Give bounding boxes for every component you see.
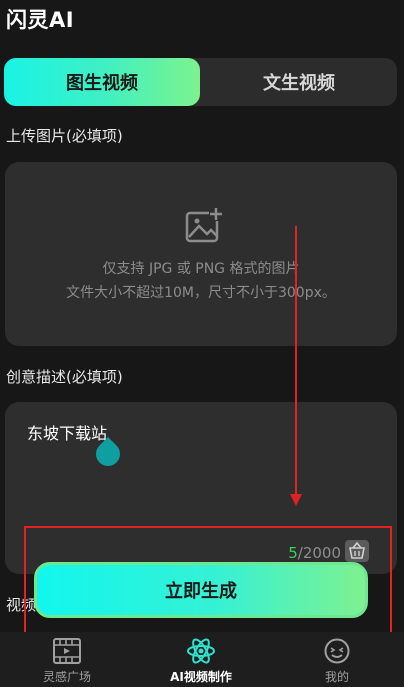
description-text[interactable]: 东坡下载站 — [27, 420, 107, 444]
tab-image-to-video[interactable]: 图生视频 — [4, 58, 200, 106]
tab-text-to-video[interactable]: 文生视频 — [201, 58, 397, 106]
description-label: 创意描述(必填项) — [6, 368, 123, 386]
atom-icon — [186, 638, 216, 664]
description-input[interactable]: 东坡下载站 5/2000 — [5, 402, 397, 574]
nav-label-inspiration: 灵感广场 — [42, 670, 91, 684]
nav-item-inspiration[interactable]: 灵感广场 — [0, 632, 134, 687]
generate-button[interactable]: 立即生成 — [34, 562, 368, 618]
film-icon — [53, 638, 81, 664]
nav-label-mine: 我的 — [324, 670, 349, 684]
mode-tabs: 图生视频 文生视频 — [4, 58, 397, 106]
add-image-icon — [185, 207, 223, 249]
upload-label: 上传图片(必填项) — [6, 127, 123, 145]
app-title: 闪灵AI — [6, 8, 75, 32]
image-upload-area[interactable]: 仅支持 JPG 或 PNG 格式的图片 文件大小不超过10M，尺寸不小于300p… — [5, 162, 397, 346]
smiley-icon — [323, 638, 351, 664]
char-max: /2000 — [297, 544, 341, 562]
video-settings-label: 视频 — [6, 596, 37, 614]
annotation-arrow-line — [295, 226, 297, 496]
nav-label-ai-video: AI视频制作 — [170, 670, 232, 684]
nav-item-ai-video[interactable]: AI视频制作 — [134, 632, 268, 687]
char-counter: 5/2000 — [288, 544, 341, 562]
clear-icon[interactable] — [345, 540, 369, 562]
upload-hint-size: 文件大小不超过10M，尺寸不小于300px。 — [66, 285, 336, 301]
char-count: 5 — [288, 544, 298, 562]
bottom-nav: 灵感广场 AI视频制作 我的 — [0, 632, 404, 687]
annotation-arrow-head — [290, 494, 302, 506]
nav-item-mine[interactable]: 我的 — [270, 632, 404, 687]
upload-hint-formats: 仅支持 JPG 或 PNG 格式的图片 — [102, 261, 300, 277]
